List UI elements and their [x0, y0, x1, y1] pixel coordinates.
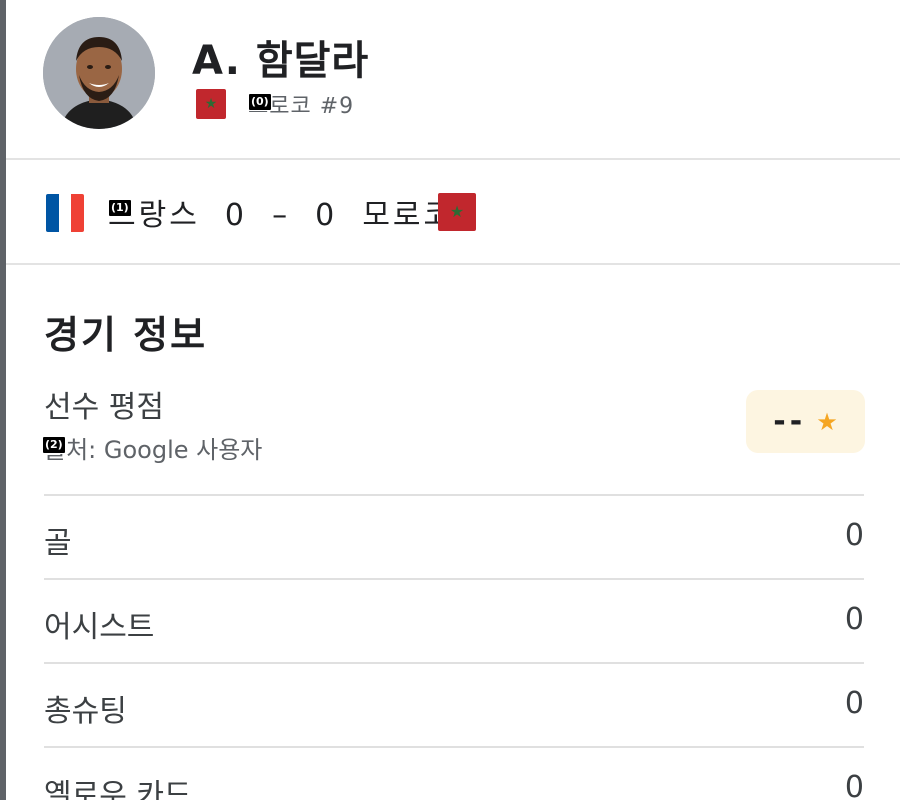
- match-score-link[interactable]: 프랑스 0 – 0 모로코: [108, 190, 454, 234]
- divider: [44, 494, 864, 496]
- stat-value: 0: [844, 602, 864, 637]
- player-name: A. 함달라: [192, 38, 370, 84]
- home-score: 0: [224, 198, 247, 233]
- player-match-card: A. 함달라 ★ 모로코 #9 프랑스 0 – 0 모로코 ★ 경기 정보 선수…: [6, 0, 900, 800]
- stat-row-yellow-cards: 옐로우 카드 0: [44, 746, 864, 800]
- divider: [44, 578, 864, 580]
- stat-name: 총슈팅: [44, 694, 127, 729]
- stat-row-shots: 총슈팅 0: [44, 662, 864, 744]
- france-flag-icon: [46, 194, 84, 232]
- divider: [44, 662, 864, 664]
- away-score: 0: [315, 198, 338, 233]
- morocco-flag-icon: ★: [196, 89, 226, 119]
- score-separator: –: [272, 198, 291, 233]
- player-rating-label: 선수 평점: [44, 390, 164, 425]
- player-team-line: ★ 모로코 #9: [196, 88, 354, 120]
- divider: [6, 263, 900, 265]
- player-header: A. 함달라 ★ 모로코 #9: [6, 0, 900, 159]
- stat-value: 0: [844, 518, 864, 553]
- annotation-marker: (1): [108, 199, 132, 217]
- player-rating-button[interactable]: -- ★: [746, 390, 865, 453]
- section-title: 경기 정보: [44, 313, 208, 357]
- rating-value: --: [773, 404, 807, 439]
- player-photo-icon: [43, 17, 155, 129]
- player-avatar: [43, 17, 155, 129]
- stat-name: 옐로우 카드: [44, 778, 192, 800]
- morocco-flag-icon: ★: [438, 193, 476, 231]
- star-icon: ★: [816, 407, 838, 436]
- stat-name: 어시스트: [44, 610, 155, 645]
- annotation-marker: (2): [42, 436, 66, 454]
- stat-value: 0: [844, 686, 864, 721]
- divider: [6, 158, 900, 160]
- divider: [44, 746, 864, 748]
- stat-row-goals: 골 0: [44, 494, 864, 576]
- rating-source: 출처: Google 사용자: [44, 436, 263, 464]
- stat-value: 0: [844, 770, 864, 800]
- annotation-marker: (0): [248, 93, 272, 111]
- stat-name: 골: [44, 526, 72, 561]
- stat-row-assists: 어시스트 0: [44, 578, 864, 660]
